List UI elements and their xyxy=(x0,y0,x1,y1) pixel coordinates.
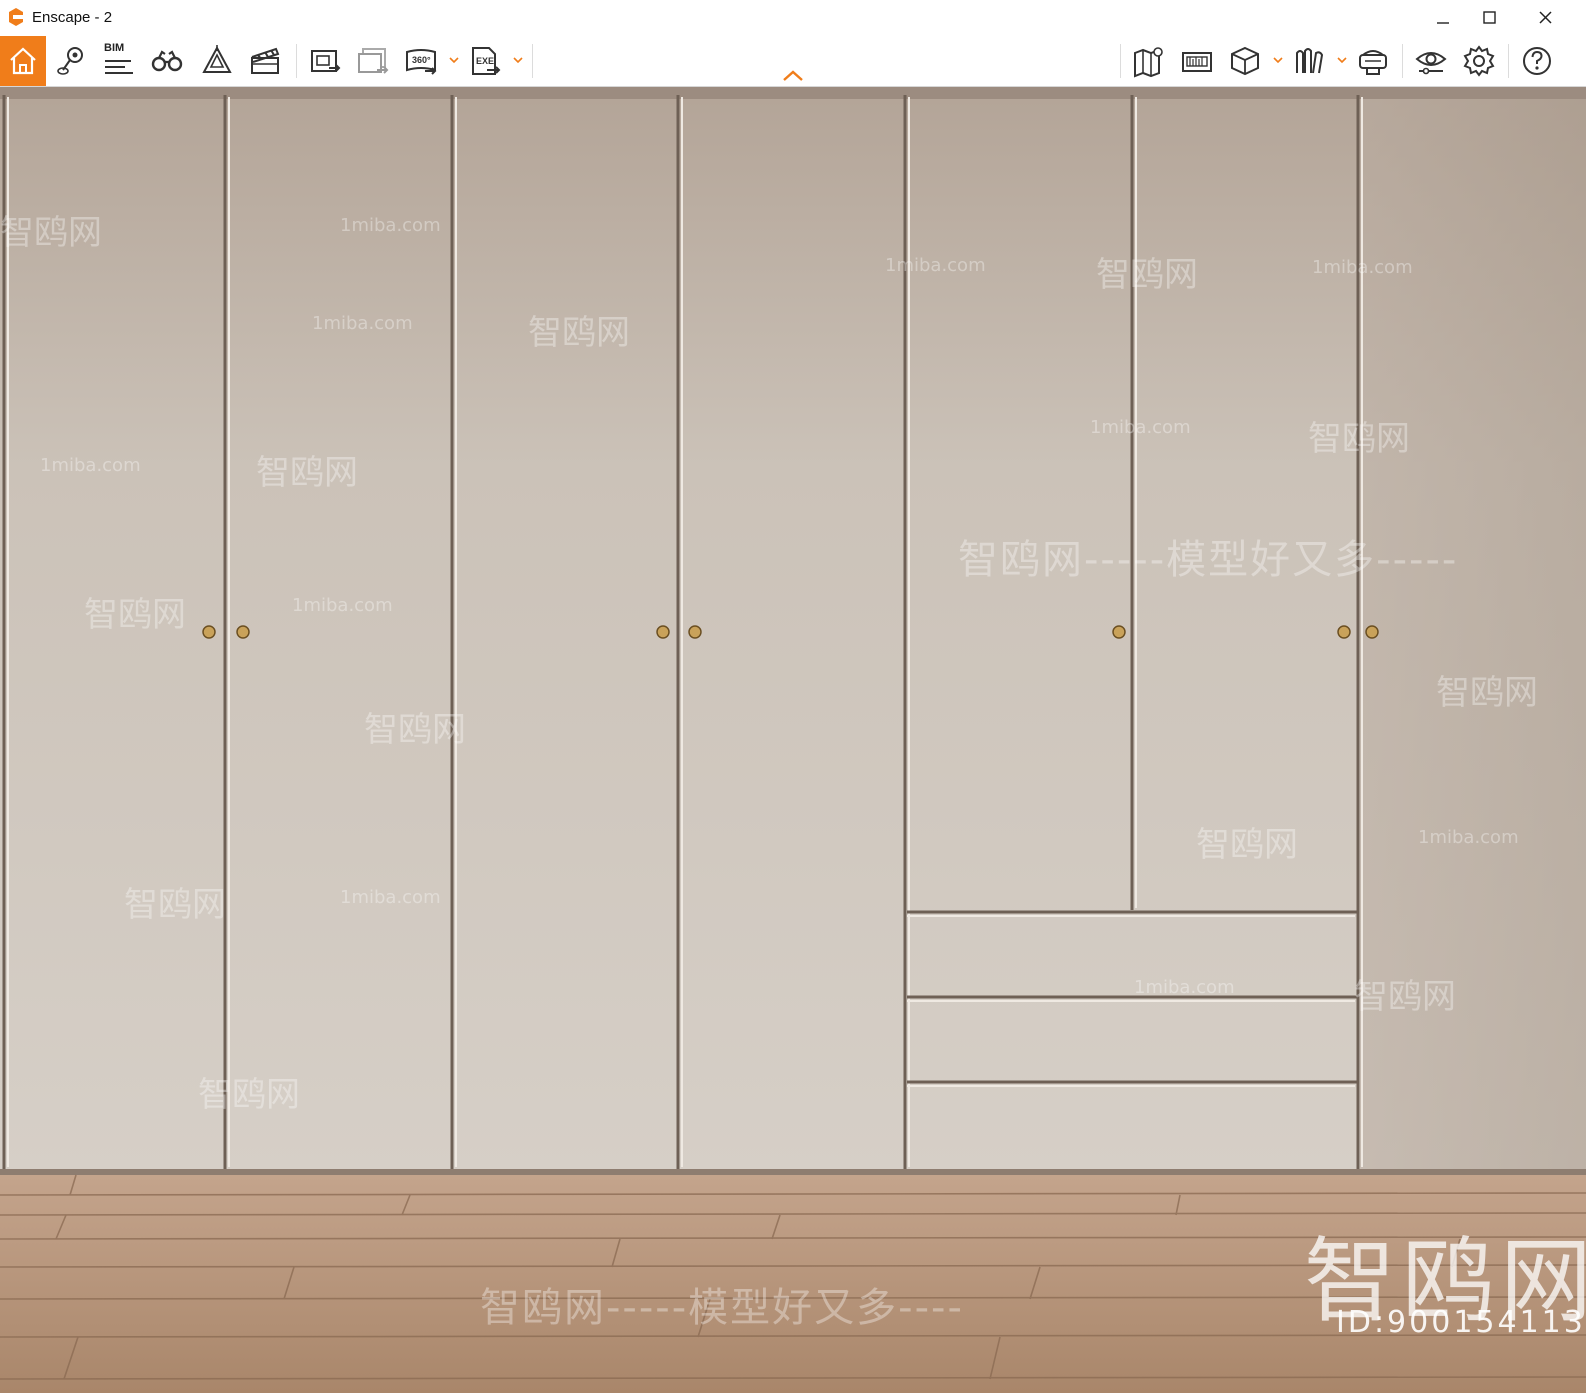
library-dropdown-chevron-icon[interactable] xyxy=(1336,54,1348,66)
home-icon xyxy=(10,47,36,75)
exe-export-button[interactable]: EXE xyxy=(462,36,508,86)
map-button[interactable] xyxy=(1126,36,1172,86)
wardrobe-scene xyxy=(0,87,1586,1393)
close-button[interactable] xyxy=(1526,4,1566,32)
map-icon xyxy=(1134,47,1163,78)
exe-dropdown-chevron-icon[interactable] xyxy=(512,54,524,66)
dimension-board-button[interactable] xyxy=(1174,36,1220,86)
settings-button[interactable] xyxy=(1456,36,1502,86)
minimize-icon xyxy=(1437,22,1449,24)
panorama-dropdown-chevron-icon[interactable] xyxy=(448,54,460,66)
toolbar-separator xyxy=(1402,44,1403,78)
batch-render-button[interactable] xyxy=(350,36,396,86)
walk-mode-button[interactable] xyxy=(144,36,190,86)
vr-button[interactable] xyxy=(1350,36,1396,86)
svg-text:360°: 360° xyxy=(412,55,431,65)
video-editor-button[interactable] xyxy=(242,36,288,86)
clapperboard-icon xyxy=(251,47,280,74)
panorama-360-icon: 360° xyxy=(406,49,437,75)
toolbar-separator xyxy=(296,44,297,78)
ruler-board-icon xyxy=(1182,52,1212,72)
help-button[interactable] xyxy=(1514,36,1560,86)
maximize-icon xyxy=(1483,11,1496,24)
cube-dropdown-chevron-icon[interactable] xyxy=(1272,54,1284,66)
render-viewport[interactable]: 智鸥网 1miba.com 1miba.com 智鸥网 1miba.com 智鸥… xyxy=(0,87,1586,1393)
batch-render-icon xyxy=(358,48,389,74)
cube-view-button[interactable] xyxy=(1222,36,1268,86)
material-library-button[interactable] xyxy=(1286,36,1332,86)
bim-button[interactable]: BIM xyxy=(96,36,142,86)
toolbar-separator xyxy=(532,44,533,78)
vr-headset-icon xyxy=(1359,50,1387,75)
maximize-button[interactable] xyxy=(1470,4,1510,32)
gear-icon xyxy=(1463,45,1495,77)
eye-icon xyxy=(1415,52,1447,75)
visual-settings-button[interactable] xyxy=(1408,36,1454,86)
map-pin-icon xyxy=(57,47,83,75)
binoculars-icon xyxy=(151,50,183,72)
svg-text:EXE: EXE xyxy=(476,56,494,66)
close-icon xyxy=(1539,11,1552,24)
asset-library-icon xyxy=(202,45,232,73)
window-title: Enscape - 2 xyxy=(32,9,113,26)
panorama-button[interactable]: 360° xyxy=(398,36,444,86)
home-button[interactable] xyxy=(0,36,46,86)
asset-library-button[interactable] xyxy=(194,36,240,86)
help-icon xyxy=(1523,47,1551,75)
render-image-button[interactable] xyxy=(302,36,348,86)
toolbar-separator xyxy=(1508,44,1509,78)
toolbar-separator xyxy=(1120,44,1121,78)
collapse-toolbar-chevron-icon[interactable] xyxy=(780,68,806,84)
minimize-button[interactable] xyxy=(1424,4,1464,32)
exe-export-icon: EXE xyxy=(472,47,501,75)
title-bar: Enscape - 2 xyxy=(0,0,1586,36)
cube-icon xyxy=(1231,46,1259,76)
bim-lines-icon xyxy=(105,60,133,74)
enscape-logo-icon xyxy=(9,8,23,26)
render-export-icon xyxy=(311,50,341,72)
books-icon xyxy=(1296,48,1324,74)
views-button[interactable] xyxy=(48,36,94,86)
